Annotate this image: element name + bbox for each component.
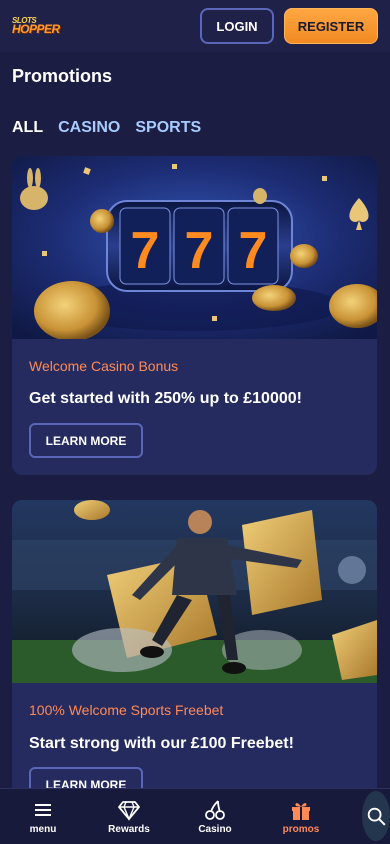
promo-kicker: 100% Welcome Sports Freebet	[29, 702, 224, 718]
search-button-bg	[362, 791, 390, 841]
bottom-nav: menu Rewards Casino promos	[0, 788, 390, 844]
register-button[interactable]: REGISTER	[284, 8, 378, 44]
nav-menu-label: menu	[29, 824, 57, 835]
svg-text:7: 7	[185, 222, 214, 280]
nav-promos[interactable]: promos	[258, 789, 344, 844]
nav-menu[interactable]: menu	[0, 789, 86, 844]
auth-buttons: LOGIN REGISTER	[200, 8, 378, 44]
svg-text:7: 7	[131, 222, 160, 280]
slots-hopper-logo[interactable]: SLOTS HOPPER	[12, 16, 60, 37]
promo-image-footballer	[12, 500, 377, 683]
promo-filter-tabs: ALL CASINO SPORTS	[12, 119, 201, 137]
nav-rewards-label: Rewards	[108, 824, 150, 835]
diamond-icon	[118, 801, 140, 821]
nav-casino-label: Casino	[198, 824, 232, 835]
search-button[interactable]	[342, 788, 390, 844]
learn-more-button[interactable]: LEARN MORE	[29, 423, 143, 458]
top-header: SLOTS HOPPER LOGIN REGISTER	[0, 0, 390, 52]
nav-casino[interactable]: Casino	[172, 789, 258, 844]
filter-tab-all[interactable]: ALL	[12, 119, 43, 137]
nav-promos-label: promos	[282, 824, 320, 835]
promo-headline: Get started with 250% up to £10000!	[29, 390, 302, 407]
promo-card-sports: 100% Welcome Sports Freebet Start strong…	[12, 500, 377, 800]
hamburger-icon	[35, 804, 51, 816]
search-icon	[367, 807, 386, 826]
svg-text:7: 7	[239, 222, 268, 280]
filter-tab-casino[interactable]: CASINO	[58, 119, 120, 137]
nav-rewards[interactable]: Rewards	[86, 789, 172, 844]
logo-bottom-text: HOPPER	[12, 22, 60, 37]
promo-headline: Start strong with our £100 Freebet!	[29, 735, 294, 752]
promo-image-slot-machine: 7 7 7	[12, 156, 377, 339]
page-title: Promotions	[12, 66, 113, 86]
promo-card-casino: 7 7 7 Welcome Casino Bonus Get started w…	[12, 156, 377, 475]
cherries-icon	[205, 800, 225, 820]
gift-icon	[292, 803, 310, 820]
filter-tab-sports[interactable]: SPORTS	[135, 119, 201, 137]
promo-kicker: Welcome Casino Bonus	[29, 358, 179, 374]
login-button[interactable]: LOGIN	[200, 8, 274, 44]
